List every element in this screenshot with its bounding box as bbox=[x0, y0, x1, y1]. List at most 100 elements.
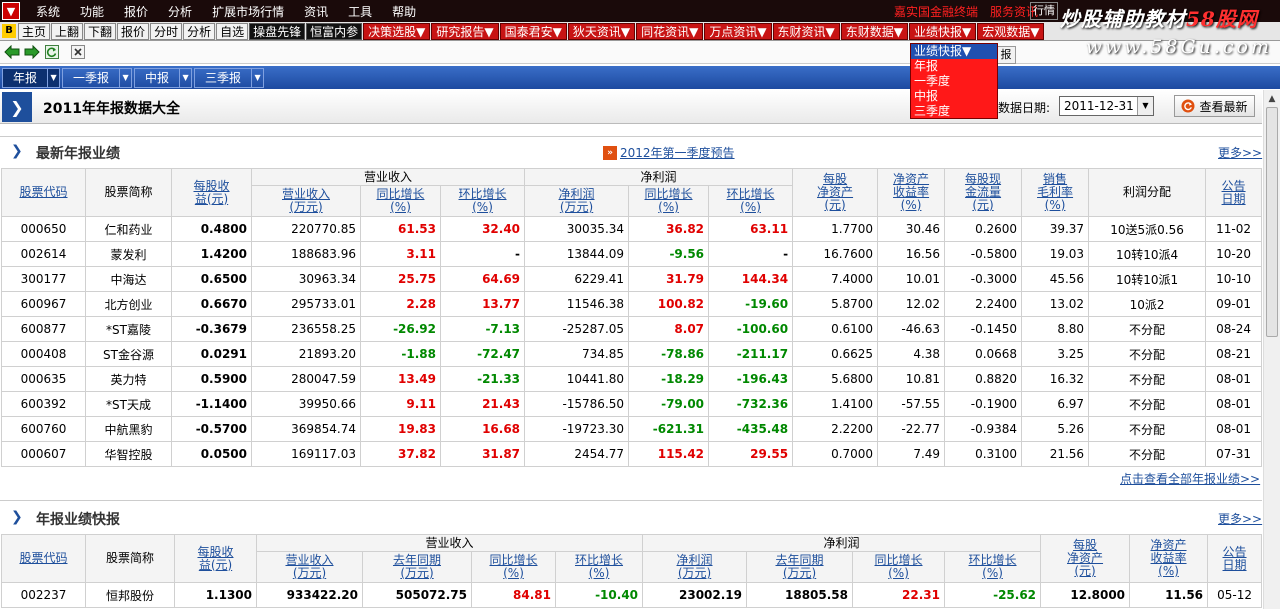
toolbar-quote[interactable]: 报价 bbox=[117, 22, 150, 40]
th2-roe[interactable]: 净资产 收益率 (%) bbox=[1129, 534, 1209, 583]
toolbar-trading-pioneer[interactable]: 操盘先锋 bbox=[249, 22, 306, 40]
th-revenue-qoq[interactable]: 环比增长 (%) bbox=[439, 185, 526, 217]
th-profit-qoq[interactable]: 环比增长 (%) bbox=[708, 185, 794, 217]
th2-profit-prev[interactable]: 去年同期 (万元) bbox=[746, 551, 854, 583]
close-icon[interactable] bbox=[70, 44, 86, 60]
toolbar-guotai-junan[interactable]: 国泰君安▼ bbox=[499, 22, 567, 40]
th-eps[interactable]: 每股收 益(元) bbox=[171, 168, 252, 217]
promo-link[interactable]: 2012年第一季度预告 bbox=[620, 144, 735, 161]
table-row[interactable]: 600760 中航黑豹 -0.5700 369854.74 19.83 16.68 -197… bbox=[1, 416, 1263, 442]
vertical-scrollbar[interactable]: ▲ bbox=[1263, 90, 1280, 609]
menu-item-function[interactable]: 功能 bbox=[70, 3, 114, 20]
dropdown-header[interactable]: 业绩快报▼ bbox=[911, 44, 997, 59]
scroll-thumb[interactable] bbox=[1266, 107, 1278, 337]
menu-item-analysis[interactable]: 分析 bbox=[158, 3, 202, 20]
th-date[interactable]: 公告 日期 bbox=[1205, 168, 1263, 217]
annual-flash-table: 股票代码 股票简称 每股收 益(元) 营业收入 净利润 每股 净资产 (元) 净资产收… bbox=[1, 534, 1263, 608]
table-cell: 0.6670 bbox=[171, 291, 252, 317]
toolbar-watchlist[interactable]: 自选 bbox=[216, 22, 249, 40]
table-row[interactable]: 000408 ST金谷源 0.0291 21893.20 -1.88 -72.47 734.… bbox=[1, 341, 1263, 367]
menu-item-news[interactable]: 资讯 bbox=[294, 3, 338, 20]
dropdown-item-annual[interactable]: 年报 bbox=[911, 59, 997, 74]
more-link[interactable]: 更多>> bbox=[1218, 510, 1262, 527]
tab-interim[interactable]: 中报 ▼ bbox=[134, 67, 193, 88]
scroll-up-icon[interactable]: ▲ bbox=[1264, 90, 1280, 107]
table-row[interactable]: 002237 恒邦股份 1.1300 933422.20 505072.75 84.81-… bbox=[1, 582, 1263, 608]
toolbar-home[interactable]: 主页 bbox=[18, 22, 51, 40]
menu-item-system[interactable]: 系统 bbox=[26, 3, 70, 20]
th2-net-profit[interactable]: 净利润 (万元) bbox=[642, 551, 748, 583]
toolbar-hengfu-insider[interactable]: 恒富内参 bbox=[306, 22, 363, 40]
toolbar-ditian-news[interactable]: 狄天资讯▼ bbox=[567, 22, 636, 40]
th-bvps[interactable]: 每股 净资产 (元) bbox=[792, 168, 879, 217]
table-row[interactable]: 600392 *ST天成 -1.1400 39950.66 9.11 21.43 -1578… bbox=[1, 391, 1263, 417]
toolbar-wandian-news[interactable]: 万点资讯▼ bbox=[704, 22, 772, 40]
th2-revenue[interactable]: 营业收入 (万元) bbox=[256, 551, 363, 583]
more-link[interactable]: 更多>> bbox=[1218, 144, 1262, 161]
tab-q1[interactable]: 一季报 ▼ bbox=[62, 67, 133, 88]
table-row[interactable]: 300177 中海达 0.6500 30963.34 25.75 64.69 6229.41… bbox=[1, 266, 1263, 292]
menubar-alert-terminal[interactable]: 嘉实国金融终端 bbox=[894, 3, 978, 20]
toolbar-analysis[interactable]: 分析 bbox=[183, 22, 216, 40]
th2-date[interactable]: 公告 日期 bbox=[1207, 534, 1263, 583]
toolbar-tonghua-news[interactable]: 同花资讯▼ bbox=[636, 22, 704, 40]
th2-revenue-prev[interactable]: 去年同期 (万元) bbox=[362, 551, 472, 583]
back-arrow-icon[interactable] bbox=[4, 44, 20, 60]
table-row[interactable]: 002614 蒙发利 1.4200 188683.96 3.11-13844.09 -9.… bbox=[1, 241, 1263, 267]
th-gross-margin[interactable]: 销售 毛利率 (%) bbox=[1021, 168, 1090, 217]
toolbar-earnings-flash[interactable]: 业绩快报▼ bbox=[909, 22, 977, 40]
tab-annual[interactable]: 年报 ▼ bbox=[2, 67, 61, 88]
th2-eps[interactable]: 每股收 益(元) bbox=[174, 534, 257, 583]
date-select[interactable]: 2011-12-31 ▼ bbox=[1059, 96, 1154, 116]
chevron-down-icon[interactable]: ▼ bbox=[251, 68, 263, 87]
toolbar-dongcai-news[interactable]: 东财资讯▼ bbox=[772, 22, 840, 40]
th-code[interactable]: 股票代码 bbox=[1, 168, 86, 217]
toolbar-decision-stock[interactable]: 决策选股▼ bbox=[363, 22, 431, 40]
toolbar-page-up[interactable]: 上翻 bbox=[51, 22, 84, 40]
th2-bvps[interactable]: 每股 净资产 (元) bbox=[1040, 534, 1131, 583]
annual-flash-rows: 002237 恒邦股份 1.1300 933422.20 505072.75 84.81-… bbox=[1, 582, 1263, 608]
menu-item-tools[interactable]: 工具 bbox=[338, 3, 382, 20]
dropdown-item-interim[interactable]: 中报 bbox=[911, 89, 997, 104]
section-annual-flash-header bbox=[0, 500, 1262, 532]
table-row[interactable]: 600967 北方创业 0.6670 295733.01 2.28 13.77 11546.… bbox=[1, 291, 1263, 317]
th-revenue[interactable]: 营业收入 (万元) bbox=[251, 185, 361, 217]
quote-tab[interactable]: 行情 bbox=[1030, 2, 1058, 20]
toolbar-macro-data[interactable]: 宏观数据▼ bbox=[977, 22, 1045, 40]
forward-arrow-icon[interactable] bbox=[24, 44, 40, 60]
toolbar-page-down[interactable]: 下翻 bbox=[84, 22, 117, 40]
b-icon[interactable]: B bbox=[2, 24, 16, 38]
table-cell: 07-31 bbox=[1205, 441, 1263, 467]
th-profit-yoy[interactable]: 同比增长 (%) bbox=[628, 185, 710, 217]
th2-profit-yoy[interactable]: 同比增长 (%) bbox=[852, 551, 946, 583]
th2-code[interactable]: 股票代码 bbox=[1, 534, 86, 583]
chevron-down-icon[interactable]: ▼ bbox=[1137, 97, 1153, 115]
table-row[interactable]: 000635 英力特 0.5900 280047.59 13.49 -21.33 10441… bbox=[1, 366, 1263, 392]
th-roe[interactable]: 净资产 收益率 (%) bbox=[877, 168, 946, 217]
table-row[interactable]: 600877 *ST嘉陵 -0.3679 236558.25 -26.92 -7.13 -2… bbox=[1, 316, 1263, 342]
table-row[interactable]: 000607 华智控股 0.0500 169117.03 37.82 31.87 2454.… bbox=[1, 441, 1263, 467]
toolbar-research-report[interactable]: 研究报告▼ bbox=[431, 22, 499, 40]
table-row[interactable]: 000650 仁和药业 0.4800 220770.85 61.53 32.40 30035… bbox=[1, 216, 1263, 242]
chevron-down-icon[interactable]: ▼ bbox=[119, 68, 131, 87]
promo-q1-forecast[interactable]: » 2012年第一季度预告 bbox=[603, 144, 735, 161]
refresh-icon[interactable] bbox=[44, 44, 60, 60]
th2-revenue-qoq[interactable]: 环比增长 (%) bbox=[554, 551, 644, 583]
menu-item-help[interactable]: 帮助 bbox=[382, 3, 426, 20]
toolbar-dongcai-data[interactable]: 东财数据▼ bbox=[840, 22, 909, 40]
dropdown-item-q3[interactable]: 三季度 bbox=[911, 104, 997, 119]
menu-item-quote[interactable]: 报价 bbox=[114, 3, 158, 20]
th-revenue-yoy[interactable]: 同比增长 (%) bbox=[360, 185, 441, 217]
th2-revenue-yoy[interactable]: 同比增长 (%) bbox=[471, 551, 556, 583]
toolbar-timeshare[interactable]: 分时 bbox=[150, 22, 183, 40]
th-net-profit[interactable]: 净利润 (万元) bbox=[524, 185, 630, 217]
th2-profit-qoq[interactable]: 环比增长 (%) bbox=[944, 551, 1042, 583]
dropdown-item-q1[interactable]: 一季度 bbox=[911, 74, 997, 89]
tab-q3[interactable]: 三季报 ▼ bbox=[194, 67, 265, 88]
chevron-down-icon[interactable]: ▼ bbox=[47, 68, 59, 87]
chevron-down-icon[interactable]: ▼ bbox=[179, 68, 191, 87]
menu-item-extended-market[interactable]: 扩展市场行情 bbox=[202, 3, 294, 20]
refresh-latest-button[interactable]: 查看最新 bbox=[1174, 95, 1255, 117]
view-all-annual-link[interactable]: 点击查看全部年报业绩>> bbox=[1120, 470, 1260, 487]
th-cfps[interactable]: 每股现 金流量 (元) bbox=[944, 168, 1023, 217]
